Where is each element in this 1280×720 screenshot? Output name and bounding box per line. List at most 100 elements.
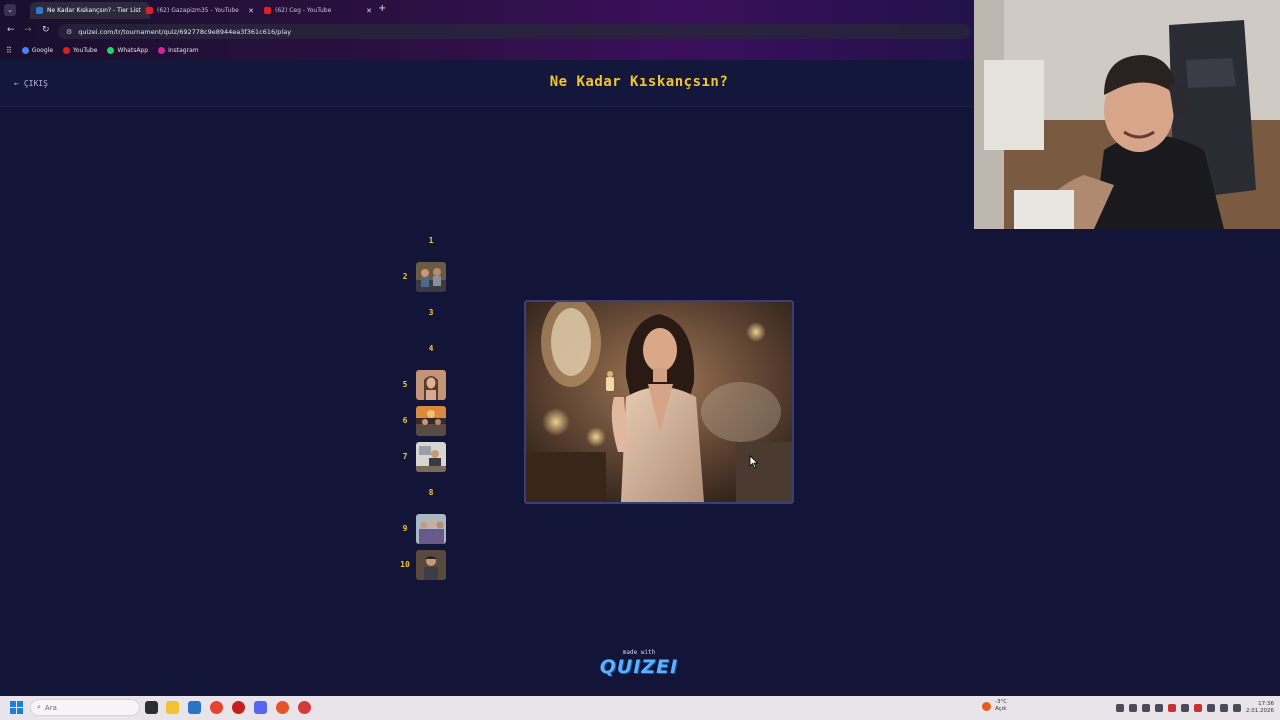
rank-thumbnail[interactable] xyxy=(416,406,446,436)
rank-number: 5 xyxy=(402,380,408,389)
tab-label: (62) Ceg - YouTube xyxy=(275,7,332,14)
rank-thumbnail[interactable] xyxy=(416,514,446,544)
bookmark-label: YouTube xyxy=(73,46,98,54)
weather-desc: Açık xyxy=(995,706,1007,712)
search-icon: ⌕ xyxy=(37,703,41,711)
rank-thumbnail[interactable] xyxy=(416,442,446,472)
tray-app-icon[interactable] xyxy=(1116,704,1124,712)
rank-slot[interactable]: 5 xyxy=(395,369,455,401)
rank-slot[interactable]: 1 xyxy=(395,225,455,257)
made-with-label: made with xyxy=(622,649,656,656)
rank-slot[interactable]: 6 xyxy=(395,405,455,437)
navigation-row: ← → ↻ ⚙ quizei.com/tr/tournament/quiz/69… xyxy=(0,22,974,40)
google-icon xyxy=(21,46,29,54)
instagram-icon xyxy=(158,46,166,54)
weather-temp: -3°C xyxy=(995,699,1008,705)
bookmarks-bar: ⠿ Google YouTube WhatsApp Instagram xyxy=(0,43,974,57)
taskbar-clock[interactable]: 17:36 2.01.2026 xyxy=(1246,701,1274,715)
rank-slot[interactable]: 2 xyxy=(395,261,455,293)
file-explorer-icon[interactable] xyxy=(166,701,179,714)
bookmark-whatsapp[interactable]: WhatsApp xyxy=(107,46,149,54)
opera-icon[interactable] xyxy=(232,701,245,714)
page-background-right xyxy=(974,229,1280,696)
site-info-icon[interactable]: ⚙ xyxy=(66,28,72,36)
bookmark-label: WhatsApp xyxy=(117,46,149,54)
rank-thumbnail[interactable] xyxy=(416,370,446,400)
close-tab-icon[interactable]: ✕ xyxy=(366,7,372,15)
forward-icon[interactable]: → xyxy=(24,25,32,35)
mouse-cursor-icon xyxy=(749,455,759,469)
rank-number: 10 xyxy=(400,560,410,569)
bookmark-instagram[interactable]: Instagram xyxy=(158,46,199,54)
tab-youtube-2[interactable]: (62) Ceg - YouTube ✕ xyxy=(258,2,378,19)
rank-number: 4 xyxy=(428,344,434,353)
youtube-favicon-icon xyxy=(264,7,271,14)
rank-number: 6 xyxy=(402,416,408,425)
tab-quiz[interactable]: Ne Kadar Kıskançsın? - Tier List ✕ xyxy=(30,2,150,19)
rank-slot[interactable]: 4 xyxy=(395,333,455,365)
volume-icon[interactable] xyxy=(1233,704,1241,712)
apps-grid-icon[interactable]: ⠿ xyxy=(6,46,12,55)
rank-slot[interactable]: 7 xyxy=(395,441,455,473)
bookmark-youtube[interactable]: YouTube xyxy=(63,46,98,54)
current-quiz-item-image[interactable] xyxy=(524,300,794,504)
rank-slot[interactable]: 9 xyxy=(395,513,455,545)
bookmark-label: Instagram xyxy=(168,46,199,54)
discord-icon[interactable] xyxy=(254,701,267,714)
weather-icon xyxy=(982,701,991,711)
rank-thumbnail[interactable] xyxy=(416,262,446,292)
bookmark-label: Google xyxy=(31,46,54,54)
url-text: quizei.com/tr/tournament/quiz/692778c9e8… xyxy=(78,27,292,36)
clock-date: 2.01.2026 xyxy=(1246,708,1274,714)
quizei-logo[interactable]: QUIZEI xyxy=(0,656,1278,678)
tab-label: Ne Kadar Kıskançsın? - Tier List xyxy=(47,7,141,14)
rank-number: 9 xyxy=(402,524,408,533)
store-icon[interactable] xyxy=(188,701,201,714)
new-tab-button[interactable]: + xyxy=(378,3,386,14)
tray-app-icon[interactable] xyxy=(1129,704,1137,712)
rank-number: 8 xyxy=(428,488,434,497)
whatsapp-icon xyxy=(107,46,115,54)
youtube-favicon-icon xyxy=(146,7,153,14)
rank-number: 3 xyxy=(428,308,434,317)
tray-app-icon[interactable] xyxy=(1168,704,1176,712)
rank-number: 7 xyxy=(402,452,408,461)
quizei-favicon-icon xyxy=(36,7,43,14)
quiz-page: ← ÇIKIŞ Ne Kadar Kıskançsın? xyxy=(0,60,974,696)
windows-start-icon[interactable] xyxy=(10,701,23,714)
search-placeholder: Ara xyxy=(44,703,57,712)
back-icon[interactable]: ← xyxy=(7,25,15,35)
tray-app-icon[interactable] xyxy=(1207,704,1215,712)
clock-time: 17:36 xyxy=(1258,701,1274,707)
rank-slot[interactable]: 10 xyxy=(395,549,455,581)
taskbar-search[interactable]: ⌕ Ara xyxy=(30,699,140,716)
network-icon[interactable] xyxy=(1220,704,1228,712)
tray-app-icon[interactable] xyxy=(1194,704,1202,712)
youtube-icon xyxy=(63,46,71,54)
windows-taskbar: ⌕ Ara -3°C Açık 17:36 2.01.2026 xyxy=(0,696,1280,720)
rank-slot[interactable]: 3 xyxy=(395,297,455,329)
browser-chrome: ⌄ Ne Kadar Kıskançsın? - Tier List ✕ (62… xyxy=(0,0,974,60)
reload-icon[interactable]: ↻ xyxy=(42,25,50,35)
tray-app-icon[interactable] xyxy=(1142,704,1150,712)
task-view-icon[interactable] xyxy=(145,701,158,714)
tray-app-icon[interactable] xyxy=(1181,704,1189,712)
close-tab-icon[interactable]: ✕ xyxy=(248,7,254,15)
tab-youtube-1[interactable]: (62) Gazapizm35 - YouTube ✕ xyxy=(140,2,260,19)
tray-app-icon[interactable] xyxy=(1155,704,1163,712)
rank-number: 2 xyxy=(402,272,408,281)
address-bar[interactable]: ⚙ quizei.com/tr/tournament/quiz/692778c9… xyxy=(58,24,970,39)
tab-search-button[interactable]: ⌄ xyxy=(4,4,16,16)
bookmark-google[interactable]: Google xyxy=(21,46,54,54)
app-icon[interactable] xyxy=(298,701,311,714)
tab-label: (62) Gazapizm35 - YouTube xyxy=(157,7,239,14)
webcam-overlay xyxy=(974,0,1280,229)
obs-icon[interactable] xyxy=(276,701,289,714)
rank-slot[interactable]: 8 xyxy=(395,477,455,509)
rank-thumbnail[interactable] xyxy=(416,550,446,580)
chrome-icon[interactable] xyxy=(210,701,223,714)
weather-widget[interactable]: -3°C Açık xyxy=(982,699,1007,713)
system-tray: 17:36 2.01.2026 xyxy=(1116,699,1274,717)
rank-number: 1 xyxy=(428,236,434,245)
tab-strip: ⌄ Ne Kadar Kıskançsın? - Tier List ✕ (62… xyxy=(0,0,974,20)
